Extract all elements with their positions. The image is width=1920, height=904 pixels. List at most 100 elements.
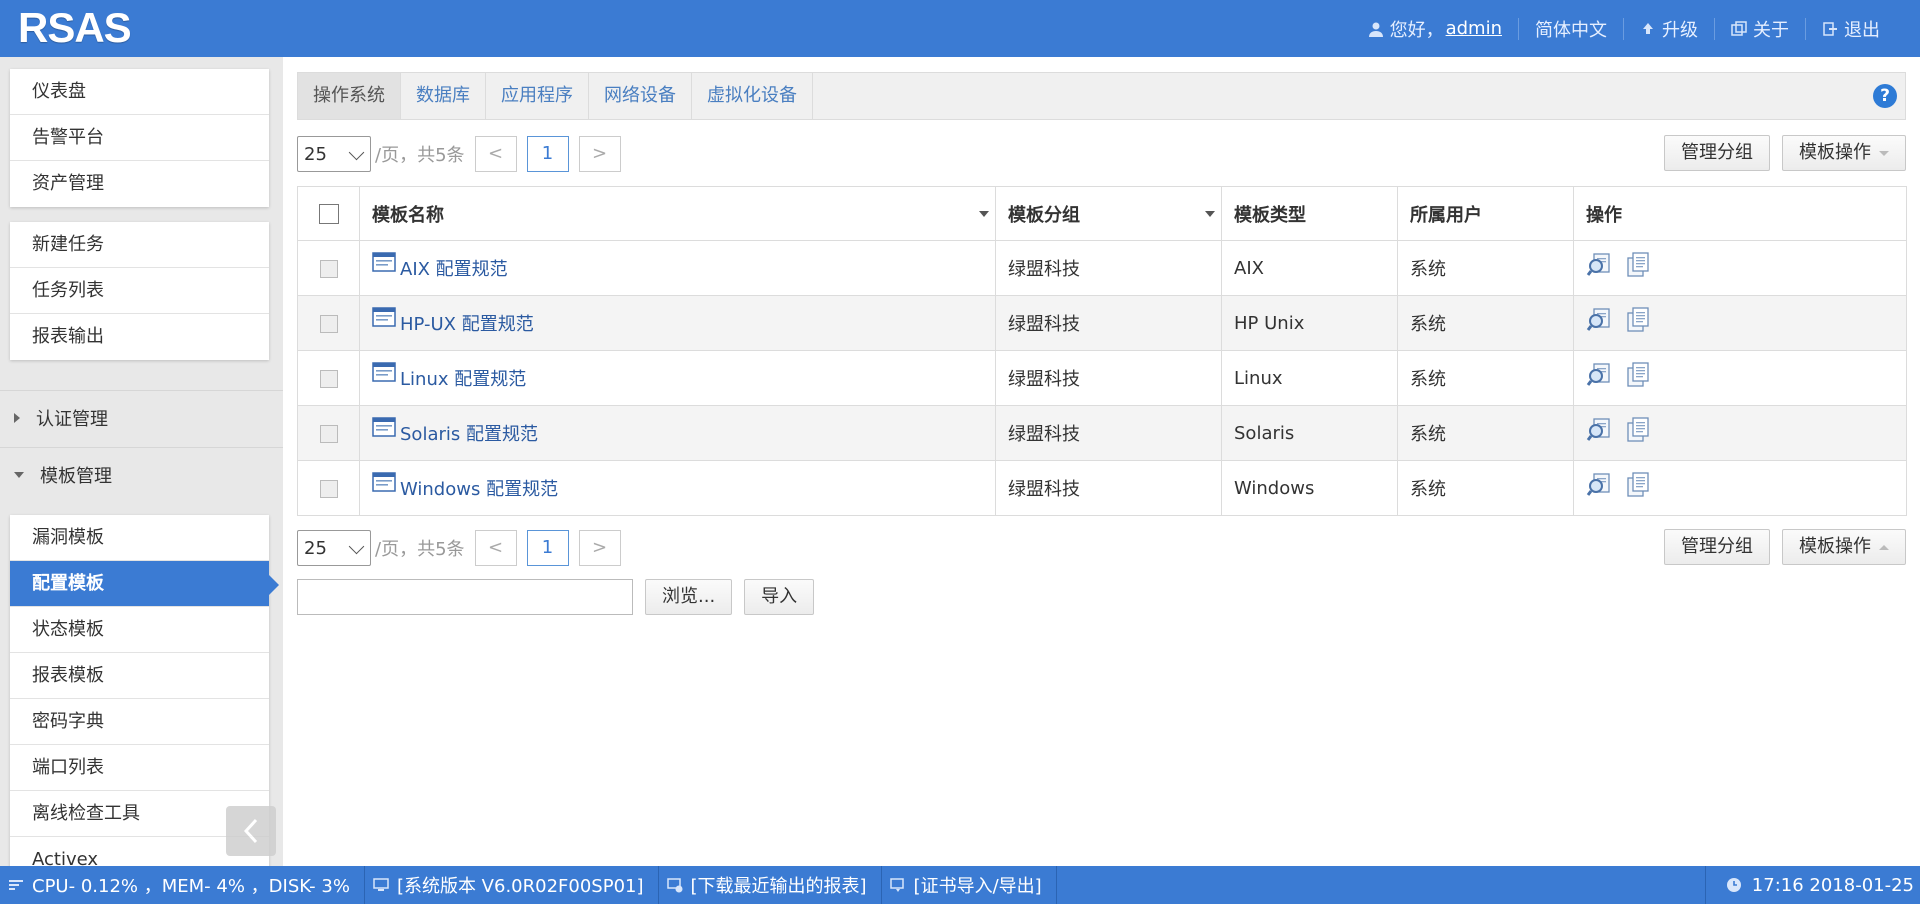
certificate-link[interactable]: [证书导入/导出] [882, 866, 1057, 904]
sidebar-collapse-button[interactable] [226, 806, 276, 856]
sort-arrow-icon[interactable] [1205, 211, 1215, 217]
template-name-cell: Windows 配置规范 [359, 460, 996, 516]
table-row: HP-UX 配置规范 绿盟科技 HP Unix 系统 [297, 295, 1907, 351]
copy-icon[interactable] [1624, 306, 1652, 334]
tab-database[interactable]: 数据库 [401, 73, 486, 119]
column-header-user: 所属用户 [1397, 186, 1574, 241]
template-group-cell: 绿盟科技 [995, 295, 1222, 351]
template-name-link[interactable]: Solaris 配置规范 [372, 417, 538, 446]
help-icon[interactable]: ? [1873, 84, 1897, 108]
top-header: RSAS 您好， admin 简体中文 升级 关于 退出 [0, 0, 1920, 57]
username-link[interactable]: admin [1446, 18, 1502, 39]
magnifier-icon[interactable] [1586, 416, 1614, 444]
sidebar-item-vuln-template[interactable]: 漏洞模板 [10, 515, 269, 561]
page-size-select[interactable]: 25 [297, 530, 371, 566]
sidebar-item-password-dict[interactable]: 密码字典 [10, 699, 269, 745]
sidebar-item-alerts[interactable]: 告警平台 [10, 115, 269, 161]
chevron-down-icon [348, 144, 365, 161]
copy-icon[interactable] [1624, 471, 1652, 499]
language-select[interactable]: 简体中文 [1519, 16, 1623, 42]
sidebar-item-new-task[interactable]: 新建任务 [10, 222, 269, 268]
actions-cell [1573, 295, 1907, 351]
magnifier-icon[interactable] [1586, 471, 1614, 499]
logout-link[interactable]: 退出 [1806, 16, 1896, 42]
column-header-name[interactable]: 模板名称 [359, 186, 996, 241]
resource-usage-text: CPU- 0.12% ，MEM- 4% ，DISK- 3% [32, 876, 350, 897]
sidebar-item-config-template[interactable]: 配置模板 [10, 561, 279, 607]
tab-network-device[interactable]: 网络设备 [589, 73, 692, 119]
column-header-group[interactable]: 模板分组 [995, 186, 1222, 241]
table-row: Solaris 配置规范 绿盟科技 Solaris 系统 [297, 405, 1907, 461]
copy-icon[interactable] [1624, 361, 1652, 389]
template-type-cell: AIX [1221, 240, 1398, 296]
template-name-link[interactable]: Linux 配置规范 [372, 362, 526, 391]
actions-cell [1573, 405, 1907, 461]
tab-os[interactable]: 操作系统 [298, 73, 401, 119]
sidebar-item-report-template[interactable]: 报表模板 [10, 653, 269, 699]
manage-group-button[interactable]: 管理分组 [1664, 135, 1770, 171]
magnifier-icon[interactable] [1586, 251, 1614, 279]
next-page-button[interactable]: > [578, 530, 621, 566]
manage-group-button[interactable]: 管理分组 [1664, 529, 1770, 565]
tab-application[interactable]: 应用程序 [486, 73, 589, 119]
template-ops-button[interactable]: 模板操作 [1782, 135, 1906, 171]
status-bar: CPU- 0.12% ，MEM- 4% ，DISK- 3% [系统版本 V6.0… [0, 866, 1920, 904]
sidebar-item-task-list[interactable]: 任务列表 [10, 268, 269, 314]
sidebar-section-auth[interactable]: 认证管理 [0, 390, 283, 444]
resource-usage: CPU- 0.12% ，MEM- 4% ，DISK- 3% [0, 866, 365, 904]
download-report-link[interactable]: [下载最近输出的报表] [659, 866, 882, 904]
system-version[interactable]: [系统版本 V6.0R02F00SP01] [365, 866, 659, 904]
next-page-button[interactable]: > [578, 136, 621, 172]
template-ops-label: 模板操作 [1799, 142, 1871, 163]
sidebar-item-port-list[interactable]: 端口列表 [10, 745, 269, 791]
sidebar-item-status-template[interactable]: 状态模板 [10, 607, 269, 653]
upgrade-link[interactable]: 升级 [1624, 16, 1714, 42]
row-checkbox[interactable] [319, 259, 338, 278]
import-button[interactable]: 导入 [744, 579, 815, 615]
template-group-cell: 绿盟科技 [995, 460, 1222, 516]
template-group-cell: 绿盟科技 [995, 405, 1222, 461]
sort-arrow-icon[interactable] [979, 211, 989, 217]
download-report-icon [666, 878, 682, 893]
collapse-arrow-icon [14, 471, 24, 478]
page-number-button[interactable]: 1 [526, 530, 569, 566]
template-name-link[interactable]: Windows 配置规范 [372, 472, 558, 501]
header-actions: 您好， admin 简体中文 升级 关于 退出 [1352, 0, 1896, 57]
template-user-cell: 系统 [1397, 350, 1574, 406]
template-group-cell: 绿盟科技 [995, 350, 1222, 406]
template-type-cell: Windows [1221, 460, 1398, 516]
row-checkbox[interactable] [319, 314, 338, 333]
document-icon [372, 362, 396, 382]
template-name-link[interactable]: HP-UX 配置规范 [372, 307, 534, 336]
magnifier-icon[interactable] [1586, 306, 1614, 334]
select-all-checkbox[interactable] [318, 204, 339, 224]
copy-icon[interactable] [1624, 251, 1652, 279]
tab-virtualization[interactable]: 虚拟化设备 [692, 73, 813, 119]
row-checkbox[interactable] [319, 424, 338, 443]
section-label: 认证管理 [36, 408, 108, 430]
template-user-cell: 系统 [1397, 240, 1574, 296]
sidebar-item-report-output[interactable]: 报表输出 [10, 314, 269, 360]
about-link[interactable]: 关于 [1715, 16, 1805, 42]
actions-cell [1573, 350, 1907, 406]
browse-button[interactable]: 浏览... [645, 579, 733, 615]
template-name-link[interactable]: AIX 配置规范 [372, 252, 508, 281]
sidebar: 仪表盘 告警平台 资产管理 新建任务 任务列表 报表输出 认证管理 模板管理 漏… [0, 57, 283, 866]
copy-icon[interactable] [1624, 416, 1652, 444]
prev-page-button[interactable]: < [474, 136, 517, 172]
menu-group-tasks: 新建任务 任务列表 报表输出 [10, 222, 269, 360]
sidebar-section-template[interactable]: 模板管理 [0, 447, 283, 501]
file-path-input[interactable] [297, 579, 633, 615]
sidebar-item-dashboard[interactable]: 仪表盘 [10, 69, 269, 115]
prev-page-button[interactable]: < [474, 530, 517, 566]
sidebar-item-assets[interactable]: 资产管理 [10, 161, 269, 207]
magnifier-icon[interactable] [1586, 361, 1614, 389]
row-actions [1586, 252, 1906, 279]
row-checkbox[interactable] [319, 479, 338, 498]
row-checkbox[interactable] [319, 369, 338, 388]
page-number-button[interactable]: 1 [526, 136, 569, 172]
section-label: 模板管理 [40, 465, 112, 487]
template-ops-button[interactable]: 模板操作 [1782, 529, 1906, 565]
template-name-cell: AIX 配置规范 [359, 240, 996, 296]
page-size-select[interactable]: 25 [297, 136, 371, 172]
